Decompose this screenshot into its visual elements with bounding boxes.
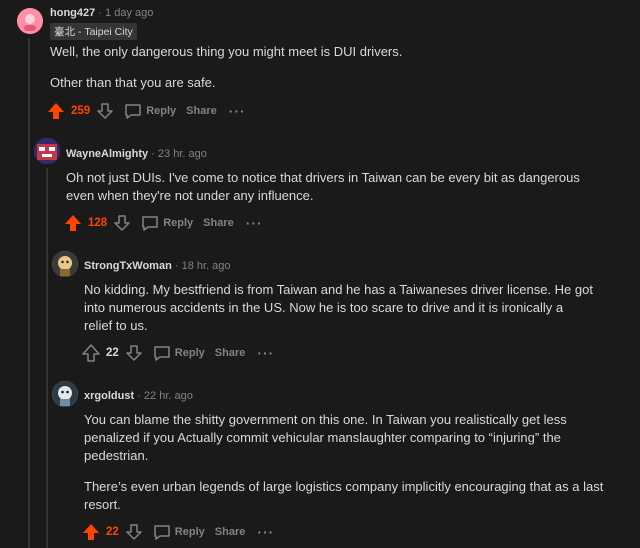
user-avatar-icon bbox=[34, 138, 60, 164]
username[interactable]: xrgoldust bbox=[84, 390, 134, 402]
downvote-icon[interactable] bbox=[96, 102, 114, 120]
avatar[interactable] bbox=[17, 8, 43, 34]
upvote-icon[interactable] bbox=[47, 102, 65, 120]
comment-icon bbox=[154, 346, 170, 361]
share-button[interactable]: Share bbox=[203, 217, 234, 229]
comment-text: Other than that you are safe. bbox=[50, 75, 216, 90]
user-avatar-icon bbox=[17, 8, 43, 34]
reply-button[interactable]: Reply bbox=[124, 102, 176, 120]
comment-actions: 22 Reply Share ··· bbox=[82, 343, 274, 363]
comment-icon bbox=[154, 525, 170, 540]
username[interactable]: StrongTxWoman bbox=[84, 260, 172, 272]
separator-dot: · bbox=[137, 390, 144, 402]
comment-text: Well, the only dangerous thing you might… bbox=[50, 44, 403, 59]
user-avatar-icon bbox=[52, 251, 78, 277]
comment-text: You can blame the shitty government on t… bbox=[84, 412, 567, 463]
separator-dot: · bbox=[151, 148, 158, 160]
separator-dot: · bbox=[174, 260, 182, 272]
avatar[interactable] bbox=[34, 138, 60, 164]
comment-text: Oh not just DUIs. I've come to notice th… bbox=[66, 170, 580, 203]
username[interactable]: WayneAlmighty bbox=[66, 148, 148, 160]
avatar[interactable] bbox=[52, 381, 78, 407]
comment-header: WayneAlmighty · 23 hr. ago bbox=[66, 148, 207, 160]
reply-button[interactable]: Reply bbox=[153, 523, 205, 541]
thread-line-level-1[interactable] bbox=[28, 38, 30, 548]
more-options-icon[interactable]: ··· bbox=[246, 216, 263, 230]
timestamp[interactable]: 23 hr. ago bbox=[158, 148, 207, 160]
timestamp[interactable]: 22 hr. ago bbox=[144, 390, 193, 402]
upvote-icon[interactable] bbox=[82, 344, 100, 362]
more-options-icon[interactable]: ··· bbox=[257, 346, 274, 360]
user-flair: 臺北 - Taipei City bbox=[50, 23, 137, 40]
share-button[interactable]: Share bbox=[186, 105, 217, 117]
avatar[interactable] bbox=[52, 251, 78, 277]
timestamp[interactable]: 1 day ago bbox=[105, 7, 153, 19]
comment-actions: 128 Reply Share ··· bbox=[64, 213, 263, 233]
thread-line-level-2[interactable] bbox=[46, 168, 48, 548]
vote-score: 22 bbox=[106, 526, 119, 538]
comment-header: hong427 · 1 day ago bbox=[50, 7, 153, 19]
share-button[interactable]: Share bbox=[215, 347, 246, 359]
more-options-icon[interactable]: ··· bbox=[257, 525, 274, 539]
upvote-icon[interactable] bbox=[64, 214, 82, 232]
vote-score: 128 bbox=[88, 217, 108, 229]
reply-button[interactable]: Reply bbox=[153, 344, 205, 362]
reply-button[interactable]: Reply bbox=[141, 214, 193, 232]
reply-label: Reply bbox=[146, 105, 177, 117]
upvote-icon[interactable] bbox=[82, 523, 100, 541]
reply-label: Reply bbox=[174, 347, 205, 359]
downvote-icon[interactable] bbox=[125, 344, 143, 362]
comment-text: There’s even urban legends of large logi… bbox=[84, 479, 604, 512]
comment-header: xrgoldust · 22 hr. ago bbox=[84, 390, 193, 402]
vote-score: 259 bbox=[71, 105, 91, 117]
comment-header: StrongTxWoman · 18 hr. ago bbox=[84, 260, 231, 272]
timestamp[interactable]: 18 hr. ago bbox=[182, 260, 231, 272]
comment-icon bbox=[142, 216, 158, 231]
reply-label: Reply bbox=[163, 217, 194, 229]
comment-text: No kidding. My bestfriend is from Taiwan… bbox=[84, 282, 593, 333]
comment-actions: 259 Reply Share ··· bbox=[47, 101, 246, 121]
comment-icon bbox=[125, 104, 141, 119]
downvote-icon[interactable] bbox=[113, 214, 131, 232]
comment-actions: 22 Reply Share ··· bbox=[82, 522, 274, 542]
reply-label: Reply bbox=[174, 526, 205, 538]
username[interactable]: hong427 bbox=[50, 7, 95, 19]
downvote-icon[interactable] bbox=[125, 523, 143, 541]
user-avatar-icon bbox=[52, 381, 78, 407]
vote-score: 22 bbox=[106, 347, 119, 359]
share-button[interactable]: Share bbox=[215, 526, 246, 538]
more-options-icon[interactable]: ··· bbox=[229, 104, 246, 118]
